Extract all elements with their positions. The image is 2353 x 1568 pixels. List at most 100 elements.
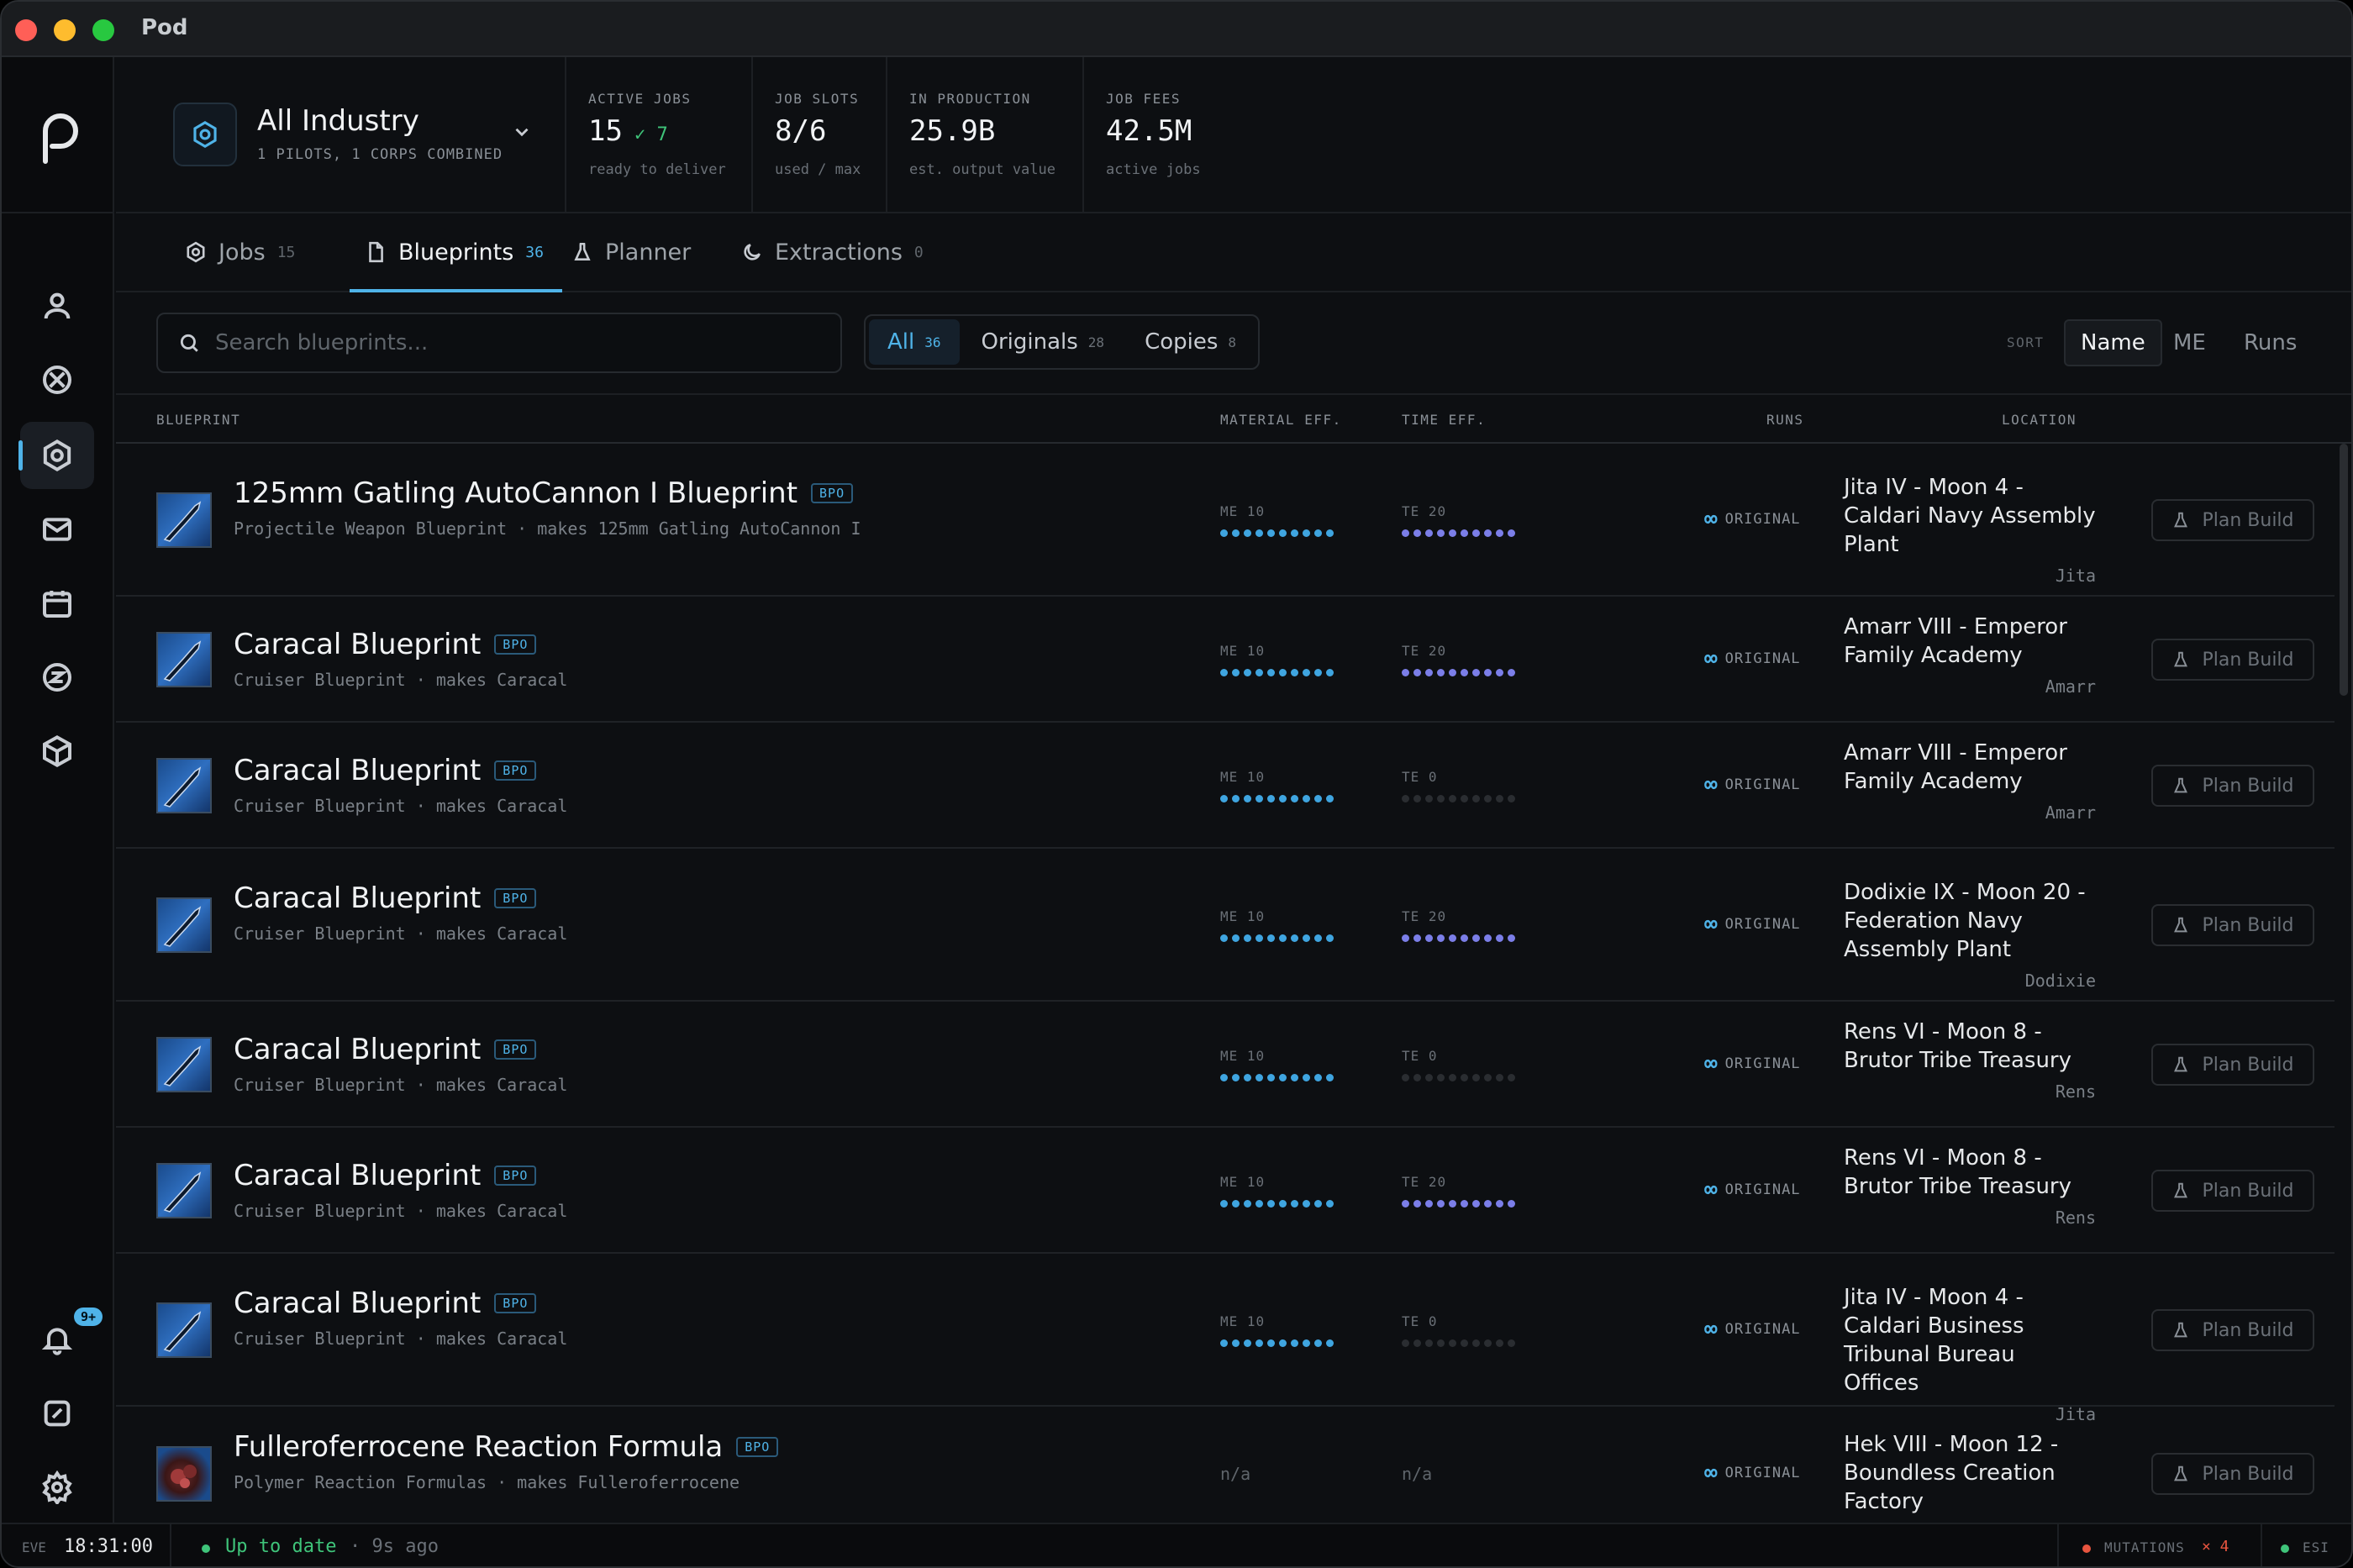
esi-status-dot [2281,1544,2289,1553]
te-dot [1425,934,1433,942]
sort-me-button[interactable]: ME [2158,319,2221,366]
nav-industry[interactable] [18,422,94,489]
plan-build-button[interactable]: Plan Build [2151,1309,2314,1351]
plan-build-button[interactable]: Plan Build [2151,1044,2314,1086]
me-dot [1314,529,1322,537]
nav-mail[interactable] [20,496,94,563]
close-window-button[interactable] [15,19,37,41]
mutations-label[interactable]: MUTATIONS [2104,1539,2185,1555]
filter-originals[interactable]: Originals 28 [963,319,1124,365]
sort-runs-button[interactable]: Runs [2229,319,2312,366]
ship-blueprint-icon [163,1045,202,1087]
plan-build-button[interactable]: Plan Build [2151,765,2314,807]
table-row[interactable]: 125mm Gatling AutoCannon I Blueprint BPO P… [116,444,2335,597]
te-label: TE 0 [1402,1048,1438,1064]
te-label: TE 0 [1402,1313,1438,1329]
me-dot [1267,934,1275,942]
filter-all[interactable]: All 36 [869,319,960,365]
nav-wallet[interactable] [20,644,94,711]
column-time-eff[interactable]: TIME EFF. [1402,412,1486,428]
blueprint-name[interactable]: Caracal Blueprint [234,628,481,661]
blueprint-name[interactable]: Caracal Blueprint [234,881,481,915]
column-runs[interactable]: RUNS [1766,412,1804,428]
location-system: Jita [2055,566,2096,586]
te-label: TE 20 [1402,1174,1447,1190]
blueprint-description: Cruiser Blueprint · makes Caracal [234,670,568,690]
me-label: ME 10 [1220,769,1266,785]
me-dot [1220,1339,1228,1347]
column-material-eff[interactable]: MATERIAL EFF. [1220,412,1342,428]
blueprint-name[interactable]: 125mm Gatling AutoCannon I Blueprint [234,476,797,510]
nav-edit[interactable] [20,1380,94,1447]
infinity-icon: ∞ [1704,1460,1719,1486]
te-dot [1484,795,1492,802]
search-input[interactable] [215,330,803,355]
isk-icon [43,663,71,692]
location-cell: Hek VIII - Moon 12 - Boundless Creation … [1810,1430,2096,1516]
bpo-badge: BPO [494,1165,537,1186]
ship-blueprint-icon [163,1311,202,1352]
table-row[interactable]: Caracal Blueprint BPO Cruiser Blueprint · … [116,1128,2335,1254]
table-row[interactable]: Caracal Blueprint BPO Cruiser Blueprint · … [116,1002,2335,1128]
material-efficiency: ME 10 [1220,503,1355,537]
blueprint-name[interactable]: Caracal Blueprint [234,1159,481,1192]
tab-label: Planner [605,239,692,266]
plan-build-button[interactable]: Plan Build [2151,639,2314,681]
table-row[interactable]: Caracal Blueprint BPO Cruiser Blueprint · … [116,849,2335,1002]
nav-character[interactable] [20,272,94,339]
blueprint-name-line: Caracal Blueprint BPO [234,1286,537,1320]
scope-title[interactable]: All Industry [257,104,419,138]
blueprint-name[interactable]: Caracal Blueprint [234,1033,481,1066]
tab-extractions[interactable]: Extractions 0 [741,213,924,291]
blueprint-name[interactable]: Caracal Blueprint [234,1286,481,1320]
blueprint-name[interactable]: Fulleroferrocene Reaction Formula [234,1430,723,1464]
nav-settings[interactable] [20,1454,94,1521]
column-location[interactable]: LOCATION [2002,412,2077,428]
blueprint-thumbnail [156,1446,212,1502]
tab-jobs[interactable]: Jobs 15 [185,213,295,291]
filter-copies[interactable]: Copies 8 [1126,319,1255,365]
me-dot [1232,669,1240,676]
me-dot [1279,1074,1287,1081]
plan-build-button[interactable]: Plan Build [2151,1170,2314,1212]
mail-icon [43,518,71,541]
mutations-count: × 4 [2202,1538,2229,1555]
sort-name-button[interactable]: Name [2064,319,2162,366]
blueprint-toolbar: All 36 Originals 28 Copies 8 SORT Name ME R… [116,292,2351,393]
te-dot [1449,1339,1456,1347]
te-dot [1449,1074,1456,1081]
nav-calendar[interactable] [20,570,94,637]
chevron-down-icon[interactable] [511,121,533,143]
nav-market[interactable] [20,346,94,413]
me-dot [1291,1339,1298,1347]
table-row[interactable]: Caracal Blueprint BPO Cruiser Blueprint · … [116,723,2335,849]
column-blueprint[interactable]: BLUEPRINT [156,412,240,428]
minimize-window-button[interactable] [54,19,76,41]
blueprint-thumbnail [156,897,212,953]
te-dot [1413,934,1421,942]
zoom-window-button[interactable] [92,19,114,41]
table-header: BLUEPRINT MATERIAL EFF. TIME EFF. RUNS L… [116,393,2351,444]
tab-planner[interactable]: Planner [571,213,691,291]
nav-assets[interactable] [20,718,94,785]
scrollbar-thumb[interactable] [2340,444,2348,696]
plan-build-button[interactable]: Plan Build [2151,499,2314,541]
table-row[interactable]: Caracal Blueprint BPO Cruiser Blueprint · … [116,1254,2335,1424]
table-row[interactable]: Fulleroferrocene Reaction Formula BPO Poly… [116,1407,2335,1523]
blueprint-name[interactable]: Caracal Blueprint [234,754,481,787]
te-dot [1484,934,1492,942]
industry-scope-icon [173,103,237,166]
me-na: n/a [1220,1464,1251,1484]
table-row[interactable]: Caracal Blueprint BPO Cruiser Blueprint · … [116,597,2335,723]
app-logo[interactable] [34,106,82,166]
table-scrollbar[interactable] [2336,444,2351,1523]
plan-build-button[interactable]: Plan Build [2151,904,2314,946]
time-efficiency: TE 0 [1402,1313,1536,1347]
nav-notifications[interactable]: 9+ [20,1306,103,1373]
flask-icon [2174,777,2188,793]
filter-label: All [887,329,915,355]
edit-square-icon [44,1400,71,1427]
plan-build-button[interactable]: Plan Build [2151,1453,2314,1495]
tab-blueprints[interactable]: Blueprints 36 [350,213,562,292]
bpo-badge: BPO [736,1437,779,1457]
